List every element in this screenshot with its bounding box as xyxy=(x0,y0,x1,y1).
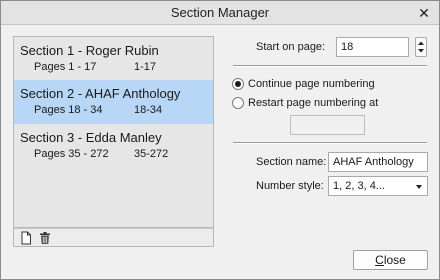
section-name-label: Section name: xyxy=(256,156,327,168)
radio-selected-icon xyxy=(232,78,244,90)
section-list-item[interactable]: Section 1 - Roger Rubin Pages 1 - 17 1-1… xyxy=(14,37,213,81)
close-button-mnemonic: C xyxy=(375,253,384,267)
section-title: Section 3 - Edda Manley xyxy=(20,130,162,145)
section-list-item-selected[interactable]: Section 2 - AHAF Anthology Pages 18 - 34… xyxy=(14,80,213,124)
start-page-spinner[interactable] xyxy=(415,37,427,57)
section-title: Section 1 - Roger Rubin xyxy=(20,43,159,58)
restart-numbering-radio[interactable]: Restart page numbering at xyxy=(232,95,422,111)
section-title: Section 2 - AHAF Anthology xyxy=(20,86,181,101)
continue-numbering-label: Continue page numbering xyxy=(248,78,375,90)
radio-unselected-icon xyxy=(232,97,244,109)
chevron-down-icon xyxy=(416,185,422,189)
section-display-range: 1-17 xyxy=(134,61,157,73)
close-button[interactable]: Close xyxy=(353,250,428,270)
start-page-label: Start on page: xyxy=(256,41,326,53)
close-button-label: lose xyxy=(383,253,406,267)
restart-numbering-label: Restart page numbering at xyxy=(248,97,379,109)
section-page-range: Pages 35 - 272 xyxy=(34,148,109,160)
start-page-input[interactable]: 18 xyxy=(336,37,409,57)
new-page-icon[interactable] xyxy=(19,231,33,245)
dialog-title: Section Manager xyxy=(170,5,270,20)
restart-page-input[interactable] xyxy=(290,115,365,135)
number-style-label: Number style: xyxy=(256,180,324,192)
section-page-range: Pages 18 - 34 xyxy=(34,104,103,116)
separator xyxy=(233,142,427,144)
section-list[interactable]: Section 1 - Roger Rubin Pages 1 - 17 1-1… xyxy=(13,36,214,228)
section-manager-dialog: Section Manager ✕ Section 1 - Roger Rubi… xyxy=(0,0,440,280)
section-name-input[interactable]: AHAF Anthology xyxy=(328,152,428,172)
section-list-item[interactable]: Section 3 - Edda Manley Pages 35 - 272 3… xyxy=(14,124,213,168)
number-style-value: 1, 2, 3, 4... xyxy=(333,180,385,192)
section-list-toolbar xyxy=(13,228,214,247)
trash-icon[interactable] xyxy=(38,231,52,245)
number-style-dropdown[interactable]: 1, 2, 3, 4... xyxy=(328,176,428,196)
continue-numbering-radio[interactable]: Continue page numbering xyxy=(232,76,422,92)
section-display-range: 35-272 xyxy=(134,148,169,160)
section-display-range: 18-34 xyxy=(134,104,163,116)
close-icon[interactable]: ✕ xyxy=(415,4,433,22)
separator xyxy=(233,65,427,67)
title-bar: Section Manager ✕ xyxy=(1,1,439,25)
section-page-range: Pages 1 - 17 xyxy=(34,61,97,73)
